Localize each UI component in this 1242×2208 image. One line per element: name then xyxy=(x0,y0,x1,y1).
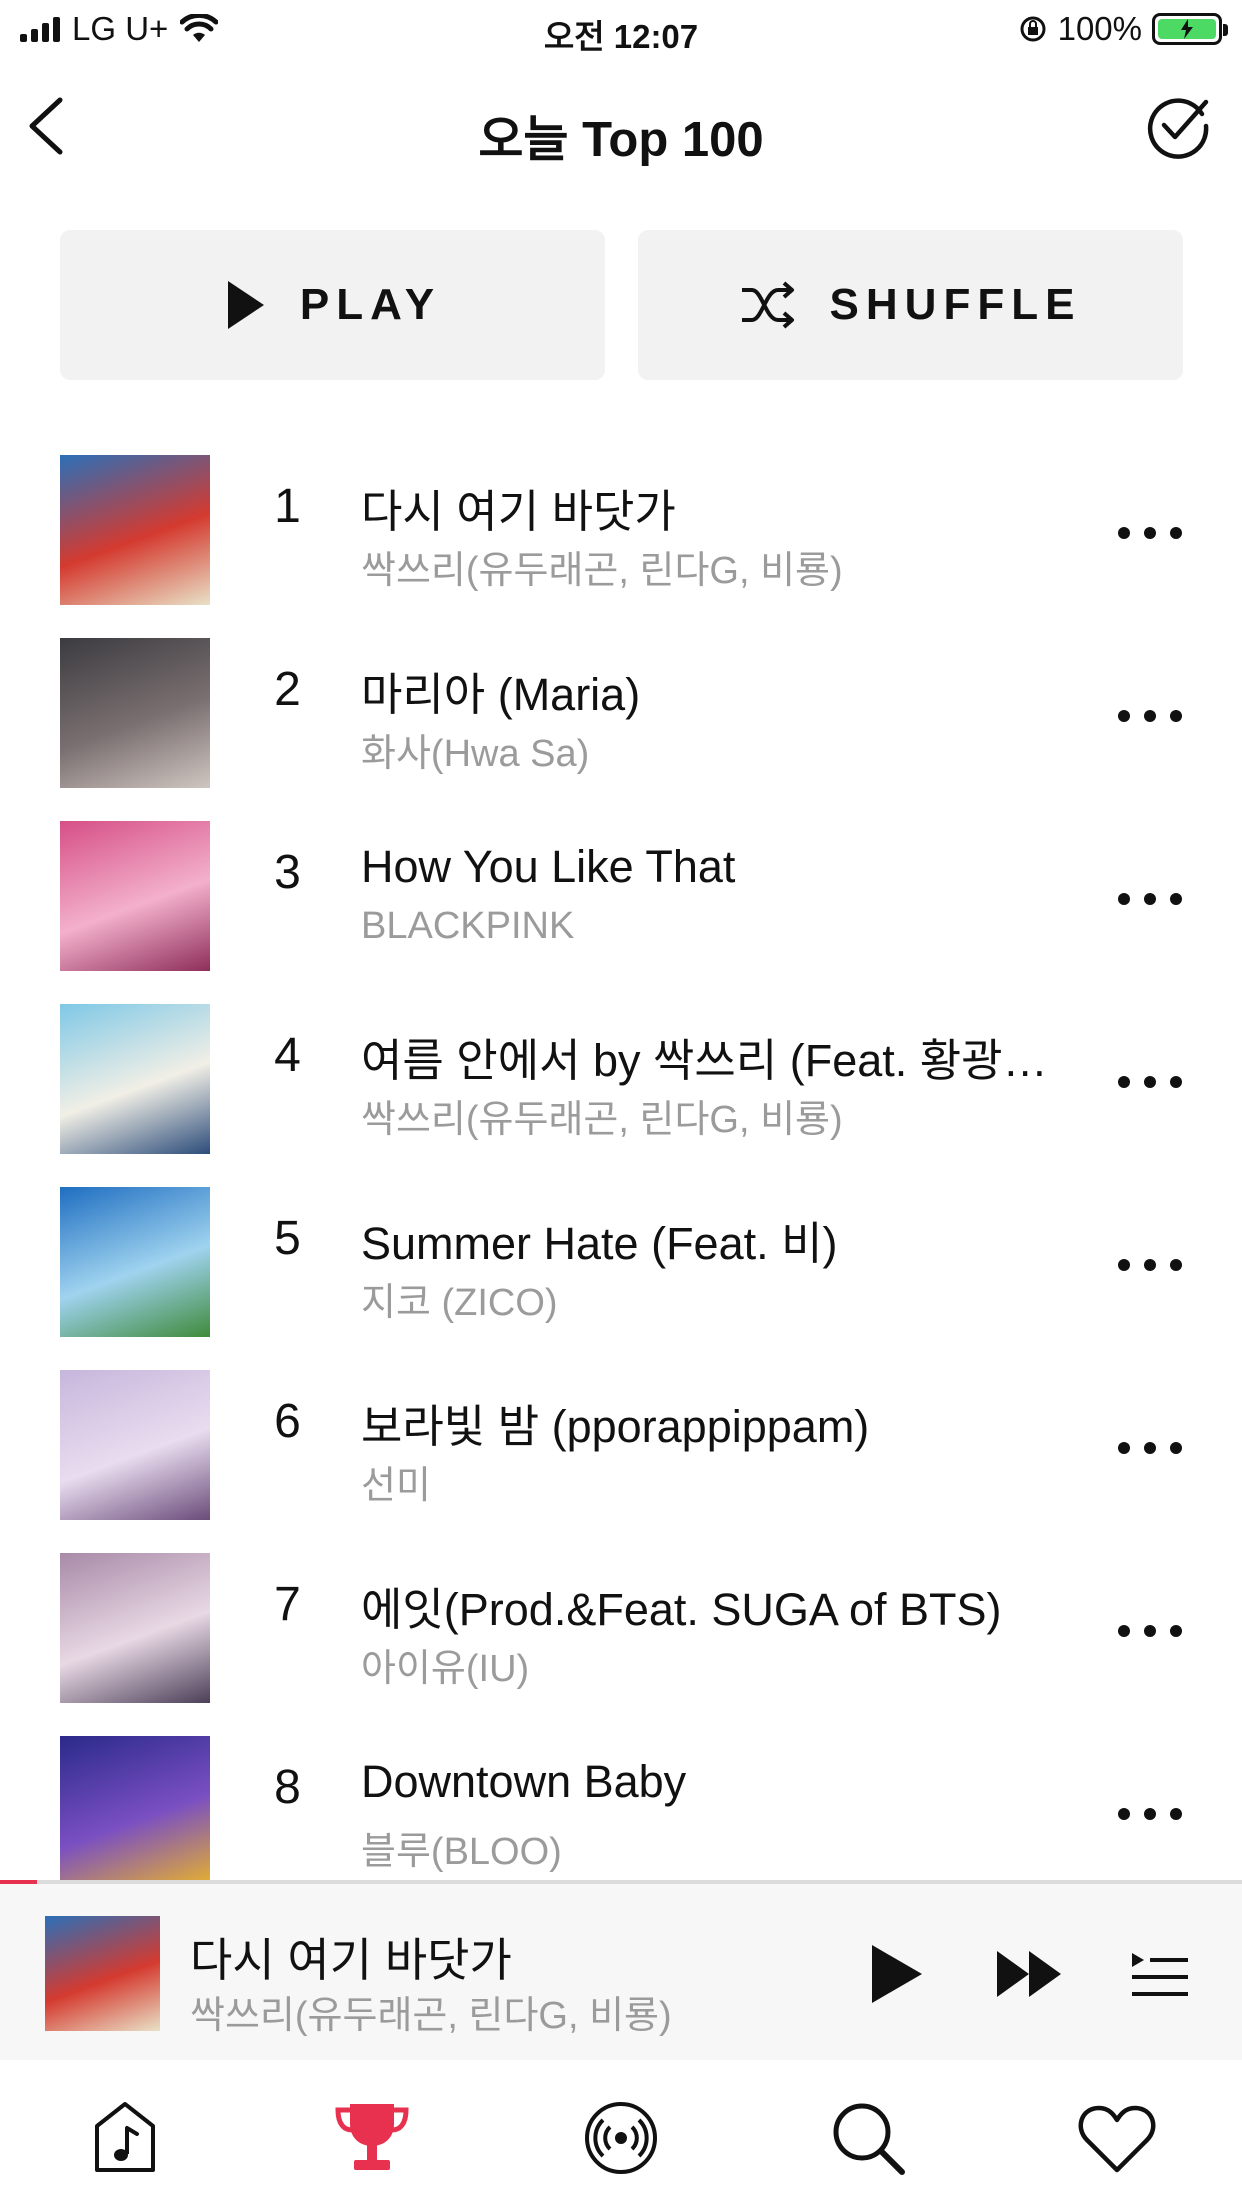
track-title: 다시 여기 바닷가 xyxy=(361,486,676,537)
track-artist: 싹쓰리(유두래곤, 린다G, 비룡) xyxy=(361,550,843,592)
track-title: 보라빛 밤 (pporappippam) xyxy=(361,1401,870,1452)
track-artist: 화사(Hwa Sa) xyxy=(361,733,590,775)
more-options-icon[interactable] xyxy=(1118,708,1182,724)
track-title: 마리아 (Maria) xyxy=(361,669,641,720)
shuffle-icon xyxy=(741,281,794,329)
more-options-icon[interactable] xyxy=(1118,1440,1182,1456)
track-rank: 5 xyxy=(274,1212,301,1265)
more-options-icon[interactable] xyxy=(1118,891,1182,907)
music-note-icon[interactable] xyxy=(85,2098,165,2178)
track-artist: 선미 xyxy=(361,1465,431,1507)
battery-percent: 100% xyxy=(1057,10,1142,47)
track-row-5[interactable]: 5 Summer Hate (Feat. 비) 지코 (ZICO) xyxy=(0,1187,1242,1370)
track-rank: 1 xyxy=(274,480,301,533)
status-right: 100% xyxy=(1018,10,1228,48)
playlist-icon[interactable] xyxy=(1130,1939,1190,2009)
more-options-icon[interactable] xyxy=(1118,525,1182,541)
track-title: 에잇(Prod.&Feat. SUGA of BTS) xyxy=(361,1584,1002,1635)
track-row-4[interactable]: 4 여름 안에서 by 싹쓰리 (Feat. 황광… 싹쓰리(유두래곤, 린다G… xyxy=(0,1004,1242,1187)
shuffle-label: SHUFFLE xyxy=(829,280,1082,329)
track-rank: 3 xyxy=(274,846,301,899)
mini-player[interactable]: 다시 여기 바닷가 싹쓰리(유두래곤, 린다G, 비룡) xyxy=(0,1884,1242,2060)
radio-broadcast-icon[interactable] xyxy=(581,2098,661,2178)
trophy-icon[interactable] xyxy=(332,2098,412,2178)
orientation-lock-icon xyxy=(1020,16,1046,42)
album-cover xyxy=(60,821,210,971)
track-artist: 지코 (ZICO) xyxy=(361,1282,558,1324)
now-playing-title: 다시 여기 바닷가 xyxy=(190,1934,512,1986)
track-rank: 4 xyxy=(274,1029,301,1082)
track-title: 여름 안에서 by 싹쓰리 (Feat. 황광… xyxy=(361,1035,1048,1086)
shuffle-button[interactable]: SHUFFLE xyxy=(638,230,1183,380)
track-row-7[interactable]: 7 에잇(Prod.&Feat. SUGA of BTS) 아이유(IU) xyxy=(0,1553,1242,1736)
navigation-header: 오늘 Top 100 xyxy=(0,80,1242,170)
track-row-8[interactable]: 8 Downtown Baby 블루(BLOO) xyxy=(0,1736,1242,1880)
fast-forward-icon[interactable] xyxy=(995,1939,1065,2009)
play-icon xyxy=(227,281,264,329)
play-all-label: PLAY xyxy=(299,280,442,329)
track-artist: BLACKPINK xyxy=(361,905,575,947)
album-cover xyxy=(60,1004,210,1154)
album-cover xyxy=(60,1370,210,1520)
tab-bar xyxy=(0,2060,1242,2208)
album-cover xyxy=(60,1187,210,1337)
more-options-icon[interactable] xyxy=(1118,1074,1182,1090)
track-artist: 아이유(IU) xyxy=(361,1648,530,1690)
track-rank: 8 xyxy=(274,1761,301,1814)
play-all-button[interactable]: PLAY xyxy=(60,230,605,380)
track-title: How You Like That xyxy=(361,841,736,892)
status-bar: LG U+ 오전 12:07 100% xyxy=(0,0,1242,62)
play-icon[interactable] xyxy=(868,1939,926,2009)
track-artist: 싹쓰리(유두래곤, 린다G, 비룡) xyxy=(361,1099,843,1141)
check-circle-icon[interactable] xyxy=(1144,92,1212,160)
now-playing-artist: 싹쓰리(유두래곤, 린다G, 비룡) xyxy=(190,1995,672,2037)
search-icon[interactable] xyxy=(828,2098,908,2178)
more-options-icon[interactable] xyxy=(1118,1623,1182,1639)
track-artist: 블루(BLOO) xyxy=(361,1831,562,1873)
track-title: Downtown Baby xyxy=(361,1756,687,1807)
track-rank: 6 xyxy=(274,1395,301,1448)
track-rank: 7 xyxy=(274,1578,301,1631)
more-options-icon[interactable] xyxy=(1118,1257,1182,1273)
track-rank: 2 xyxy=(274,663,301,716)
more-options-icon[interactable] xyxy=(1118,1806,1182,1822)
album-cover xyxy=(60,1553,210,1703)
battery-icon xyxy=(1152,13,1228,45)
now-playing-cover xyxy=(45,1916,160,2031)
album-cover xyxy=(60,638,210,788)
track-title: Summer Hate (Feat. 비) xyxy=(361,1218,838,1269)
album-cover xyxy=(60,455,210,605)
track-row-3[interactable]: 3 How You Like That BLACKPINK xyxy=(0,821,1242,1004)
track-row-2[interactable]: 2 마리아 (Maria) 화사(Hwa Sa) xyxy=(0,638,1242,821)
heart-icon[interactable] xyxy=(1077,2098,1157,2178)
track-row-1[interactable]: 1 다시 여기 바닷가 싹쓰리(유두래곤, 린다G, 비룡) xyxy=(0,455,1242,638)
album-cover xyxy=(60,1736,210,1880)
page-title: 오늘 Top 100 xyxy=(478,113,764,167)
track-row-6[interactable]: 6 보라빛 밤 (pporappippam) 선미 xyxy=(0,1370,1242,1553)
